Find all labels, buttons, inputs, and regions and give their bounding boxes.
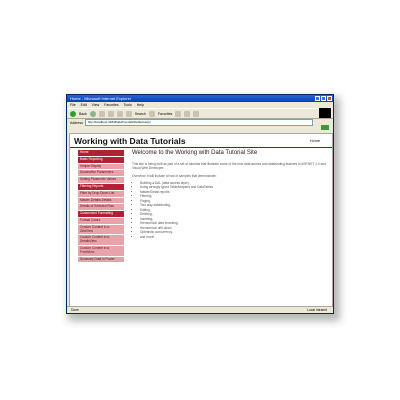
menu-help[interactable]: Help [137,102,144,108]
page-heading: Welcome to the Working with Data Tutoria… [132,150,258,156]
back-label[interactable]: Back [79,112,87,116]
intro-paragraph: This site is being built as part of a se… [132,162,326,171]
favorites-star-icon[interactable] [148,110,155,117]
sidebar-item[interactable]: Master-Details-Details [78,197,124,204]
sidebar-item[interactable]: Custom Content in a FormView [78,245,124,256]
sidebar-item[interactable]: Summary Data in Footer [78,256,124,263]
go-button[interactable] [321,125,329,130]
sidebar-item[interactable]: Setting Parameter Values [78,177,124,183]
address-label: Address [70,120,83,125]
menu-favorites[interactable]: Favorites [104,102,118,108]
home-icon[interactable] [116,110,123,117]
sidebar-item[interactable]: Filter by Drop-Down List [78,190,124,197]
address-input[interactable]: http://localhost:4184/DataTutorials/Defa… [84,119,313,126]
status-bar: Done Local intranet [67,306,333,313]
close-button[interactable] [327,96,332,101]
sidebar-item[interactable]: Simple Display [78,163,124,170]
menu-view[interactable]: View [92,102,100,108]
minimize-button[interactable] [315,96,320,101]
sidebar-item[interactable]: Details of Selected Row [78,204,124,211]
sidebar-item[interactable]: Basic Reporting [78,156,124,163]
maximize-button[interactable] [321,96,326,101]
favorites-label[interactable]: Favorites [158,112,172,116]
overview-paragraph: Overview: it will include a host of samp… [132,173,217,178]
print-icon[interactable] [193,110,200,117]
site-header: Working with Data Tutorials Home [70,134,332,148]
menu-file[interactable]: File [70,102,76,108]
title-bar: Home - Microsoft Internet Explorer [67,95,333,102]
sidebar-item[interactable]: Custom Content in a DetailsView [78,235,124,245]
forward-arrow-icon[interactable] [89,110,96,117]
sidebar-item[interactable]: Custom Content in a GridView [78,224,124,235]
sidebar-item[interactable]: Home [78,150,124,156]
list-item: and more! [140,235,327,240]
mail-icon[interactable] [184,110,191,117]
history-icon[interactable] [175,110,182,117]
feature-list: Building a DAL (data access layer),Using… [132,181,327,240]
sidebar-nav: Home Basic Reporting Simple Display Declara… [78,150,124,263]
windows-logo-icon [319,108,331,118]
menu-tools[interactable]: Tools [124,102,132,108]
sidebar-item[interactable]: Declarative Parameters [78,170,124,177]
home-link[interactable]: Home [310,139,320,143]
main-content: Welcome to the Working with Data Tutoria… [132,150,327,239]
search-icon[interactable] [125,110,132,117]
toolbar: Back Search Favorites [67,108,333,119]
sidebar-item[interactable]: Customized Formatting [78,211,124,217]
site-title: Working with Data Tutorials [74,136,186,146]
browser-window: Home - Microsoft Internet Explorer File … [66,94,334,314]
window-title: Home - Microsoft Internet Explorer [70,96,132,101]
menu-edit[interactable]: Edit [81,102,87,108]
page-viewport: Working with Data Tutorials Home Home Bas… [69,133,333,307]
back-arrow-icon[interactable] [70,110,76,117]
search-label[interactable]: Search [135,112,146,116]
stop-icon[interactable] [98,110,105,117]
status-text: Done [71,308,79,312]
zone-text: Local intranet [307,308,327,312]
refresh-icon[interactable] [107,110,114,117]
sidebar-item[interactable]: Filtering Reports [78,183,124,190]
address-bar: Address http://localhost:4184/DataTutori… [67,119,333,126]
sidebar-item[interactable]: Format Colors [78,217,124,224]
